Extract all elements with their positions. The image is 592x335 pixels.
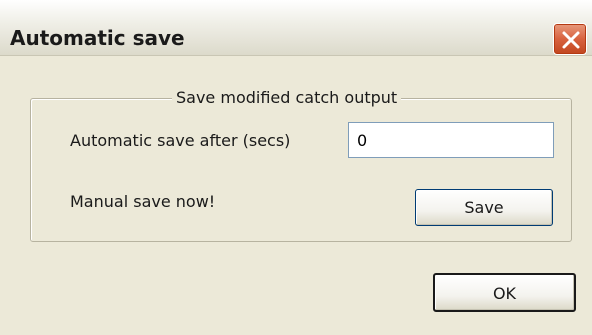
close-icon [562, 31, 580, 49]
groupbox-legend: Save modified catch output [172, 88, 402, 108]
auto-save-label: Automatic save after (secs) [70, 131, 291, 150]
save-button[interactable]: Save [415, 189, 553, 226]
manual-save-label: Manual save now! [70, 192, 216, 211]
close-button[interactable] [553, 23, 587, 55]
title-bar[interactable]: Automatic save [0, 0, 592, 56]
auto-save-seconds-input[interactable] [348, 122, 554, 158]
window-title: Automatic save [10, 26, 185, 50]
ok-button[interactable]: OK [433, 273, 576, 312]
automatic-save-dialog: Automatic save Save modified catch outpu… [0, 0, 592, 335]
